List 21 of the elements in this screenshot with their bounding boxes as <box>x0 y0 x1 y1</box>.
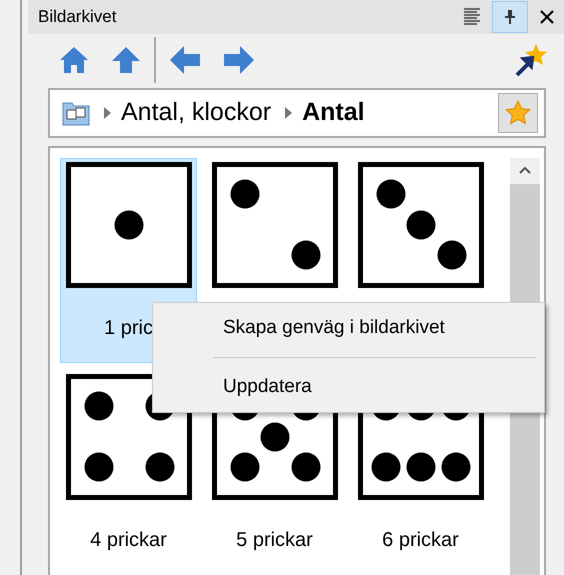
pin-icon <box>505 10 515 24</box>
forward-arrow-icon[interactable] <box>222 44 256 76</box>
panel-title: Bildarkivet <box>38 7 118 28</box>
add-favorite-icon[interactable] <box>514 42 548 77</box>
tile-label: 5 prickar <box>236 529 313 552</box>
tile-label: 6 prickar <box>382 529 459 552</box>
breadcrumb-item[interactable]: Antal, klockor <box>121 98 272 128</box>
dice-folder-icon[interactable] <box>62 100 90 126</box>
scroll-up-icon[interactable] <box>519 166 531 174</box>
menu-item[interactable]: Uppdatera <box>213 372 536 402</box>
tile-label: 1 pric <box>104 317 153 340</box>
tile-label: 4 prickar <box>90 529 167 552</box>
close-icon[interactable] <box>540 10 554 24</box>
breadcrumb-item[interactable]: Antal <box>302 98 365 128</box>
chevron-icon <box>285 106 292 119</box>
pin-button[interactable] <box>492 1 528 34</box>
back-arrow-icon[interactable] <box>168 44 202 76</box>
menu-item[interactable]: Skapa genväg i bildarkivet <box>213 313 536 343</box>
image-tile[interactable]: 1 pric <box>60 158 197 363</box>
chevron-icon <box>104 106 111 119</box>
list-icon[interactable] <box>464 8 480 26</box>
